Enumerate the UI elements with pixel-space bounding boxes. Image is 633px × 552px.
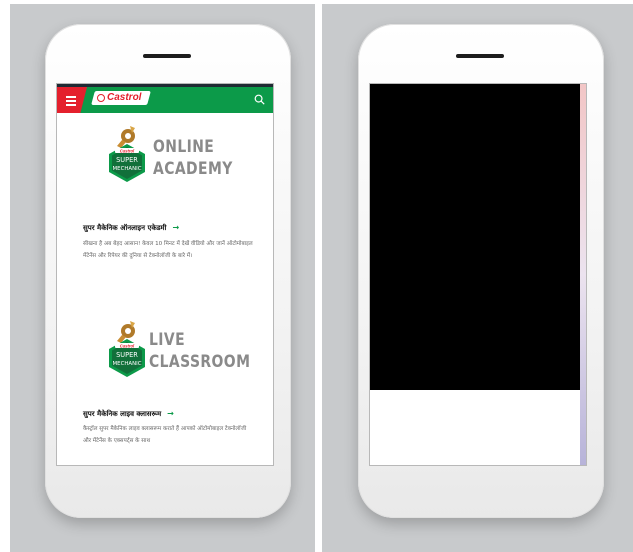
live-classroom-link[interactable]: सुपर मैकेनिक लाइव क्लासरूम → bbox=[83, 409, 174, 419]
svg-text:Castrol: Castrol bbox=[120, 343, 135, 348]
castrol-mark-icon bbox=[97, 94, 105, 102]
online-academy-title: ONLINE ACADEMY bbox=[153, 137, 233, 179]
left-phone-mockup: Castrol Castrol SUPER MECHANIC ONLINE AC… bbox=[45, 24, 291, 518]
search-icon[interactable] bbox=[254, 94, 265, 105]
black-video-area bbox=[370, 84, 580, 390]
left-photo-panel: Castrol Castrol SUPER MECHANIC ONLINE AC… bbox=[10, 4, 315, 552]
live-classroom-description: कैस्ट्रॉल सुपर मैकेनिक लाइव क्लासरूम करा… bbox=[83, 426, 247, 444]
right-photo-panel bbox=[322, 4, 633, 552]
right-phone-mockup bbox=[358, 24, 604, 518]
castrol-logo[interactable]: Castrol bbox=[91, 91, 151, 105]
svg-text:MECHANIC: MECHANIC bbox=[113, 361, 142, 367]
menu-icon bbox=[66, 96, 76, 108]
online-academy-link[interactable]: सुपर मैकेनिक ऑनलाइन एकेडमी → bbox=[83, 223, 179, 233]
super-mechanic-badge: Castrol SUPER MECHANIC bbox=[109, 126, 145, 182]
earpiece-speaker bbox=[456, 54, 504, 58]
svg-text:MECHANIC: MECHANIC bbox=[113, 166, 142, 172]
svg-text:Castrol: Castrol bbox=[120, 148, 135, 153]
left-phone-screen: Castrol Castrol SUPER MECHANIC ONLINE AC… bbox=[57, 84, 273, 465]
logo-brand-text: Castrol bbox=[107, 92, 142, 103]
online-academy-description: सीखना है अब बेहद आसान! केवल 10 मिनट में … bbox=[83, 241, 253, 259]
super-mechanic-badge: Castrol SUPER MECHANIC bbox=[109, 321, 145, 377]
svg-text:SUPER: SUPER bbox=[116, 156, 138, 164]
site-header: Castrol bbox=[57, 87, 273, 113]
arrow-right-icon: → bbox=[172, 223, 180, 232]
right-phone-screen bbox=[370, 84, 586, 465]
svg-text:SUPER: SUPER bbox=[116, 351, 138, 359]
live-classroom-title: LIVE CLASSROOM bbox=[149, 330, 251, 372]
menu-button[interactable] bbox=[57, 87, 87, 113]
earpiece-speaker bbox=[143, 54, 191, 58]
arrow-right-icon: → bbox=[167, 409, 174, 418]
screen-edge-reflection bbox=[580, 84, 586, 465]
